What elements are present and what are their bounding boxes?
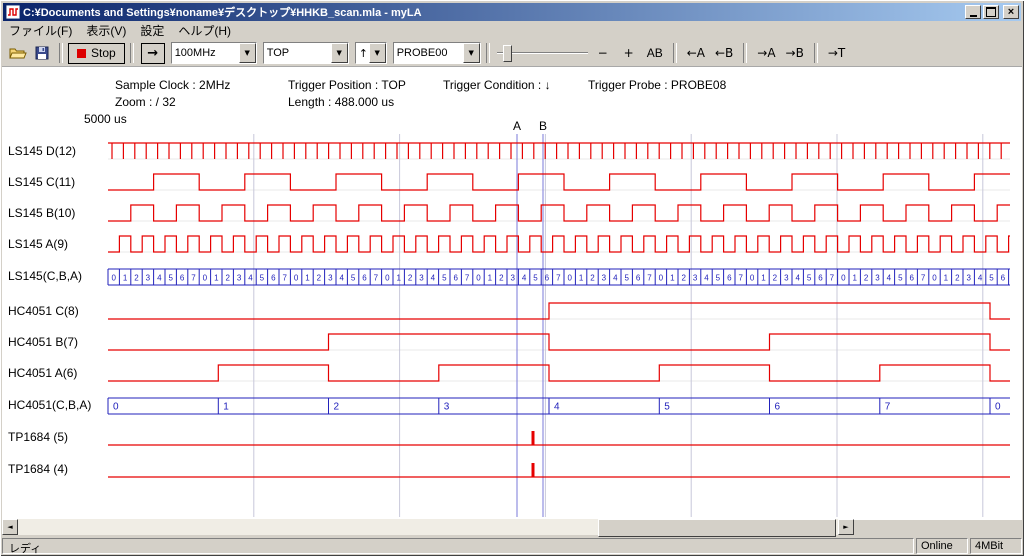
zoom-in-button[interactable]: + [617,43,641,63]
save-button[interactable] [30,42,54,64]
maximize-button[interactable] [983,5,999,19]
trigger-edge-select[interactable]: ↑ ▼ [355,42,387,64]
title-bar[interactable]: C:¥Documents and Settings¥noname¥デスクトップ¥… [3,3,1021,21]
next-marker-a-button[interactable]: →A [753,43,779,63]
floppy-disk-icon [35,46,49,60]
menu-file[interactable]: ファイル(F) [2,21,79,40]
scroll-left-button[interactable]: ◄ [2,519,18,535]
zoom-slider[interactable] [495,42,590,64]
status-message: レディ [2,538,914,554]
info-trigger-position: Trigger Position : TOP [288,78,406,92]
zoom-ab-button[interactable]: AB [643,43,667,63]
scroll-thumb[interactable] [598,519,836,537]
toolbar-separator [486,43,490,63]
maximize-icon [986,7,996,17]
trigger-probe-value: PROBE00 [394,47,463,59]
stop-label: Stop [91,46,116,60]
minimize-button[interactable] [965,5,981,19]
marker-b-handle[interactable]: B [536,119,550,133]
time-scale-label: 5000 us [84,112,127,126]
run-button[interactable]: → [141,43,165,64]
window-title: C:¥Documents and Settings¥noname¥デスクトップ¥… [23,4,965,20]
waveform-area[interactable] [2,66,1022,520]
menu-bar: ファイル(F) 表示(V) 設定 ヘルプ(H) [2,22,1022,39]
goto-marker-a-button[interactable]: ←A [683,43,709,63]
signal-label-hc4051-c: HC4051 C(8) [8,304,79,318]
toolbar-separator [743,43,747,63]
stop-button[interactable]: Stop [68,43,125,64]
zoom-out-button[interactable]: − [591,43,615,63]
open-file-button[interactable] [6,42,30,64]
signal-label-hc4051-bus: HC4051(C,B,A) [8,398,91,412]
app-window: C:¥Documents and Settings¥noname¥デスクトップ¥… [0,0,1024,556]
chevron-down-icon[interactable]: ▼ [463,43,480,63]
chevron-down-icon[interactable]: ▼ [331,43,348,63]
toolbar: Stop → 100MHz ▼ TOP ▼ ↑ ▼ PROBE00 ▼ − + … [2,40,1022,66]
menu-help[interactable]: ヘルプ(H) [171,21,238,40]
app-icon [6,5,20,19]
status-bar: レディ Online 4MBit [2,536,1022,554]
signal-label-tp1684-4: TP1684 (4) [8,462,68,476]
info-trigger-probe: Trigger Probe : PROBE08 [588,78,726,92]
chevron-down-icon[interactable]: ▼ [239,43,256,63]
goto-marker-b-button[interactable]: ←B [711,43,737,63]
signal-label-hc4051-b: HC4051 B(7) [8,335,78,349]
close-button[interactable]: × [1003,5,1019,19]
signal-label-ls145-a: LS145 A(9) [8,237,68,251]
stop-icon [77,49,86,58]
signal-label-hc4051-a: HC4051 A(6) [8,366,77,380]
horizontal-scrollbar[interactable]: ◄ ► [2,519,854,535]
minimize-icon [970,15,977,17]
info-length: Length : 488.000 us [288,95,394,109]
marker-a-handle[interactable]: A [510,119,524,133]
toolbar-separator [59,43,63,63]
open-folder-icon [9,46,27,60]
status-memory-badge: 4MBit [970,538,1022,554]
scroll-track[interactable] [18,519,838,535]
trigger-position-value: TOP [264,47,331,59]
menu-settings[interactable]: 設定 [133,21,171,40]
signal-label-ls145-c: LS145 C(11) [8,175,75,189]
toolbar-separator [673,43,677,63]
signal-label-ls145-bus: LS145(C,B,A) [8,269,82,283]
sample-clock-value: 100MHz [172,47,239,59]
next-marker-b-button[interactable]: →B [782,43,808,63]
status-online-badge: Online [916,538,968,554]
scroll-right-button[interactable]: ► [838,519,854,535]
signal-label-ls145-b: LS145 B(10) [8,206,75,220]
goto-trigger-button[interactable]: →T [824,43,849,63]
toolbar-separator [814,43,818,63]
menu-view[interactable]: 表示(V) [79,21,133,40]
chevron-down-icon[interactable]: ▼ [369,43,386,63]
signal-label-tp1684-5: TP1684 (5) [8,430,68,444]
info-zoom: Zoom : / 32 [115,95,176,109]
info-sample-clock: Sample Clock : 2MHz [115,78,230,92]
trigger-edge-value: ↑ [356,47,369,60]
toolbar-separator [130,43,134,63]
slider-handle[interactable] [503,45,512,62]
trigger-probe-select[interactable]: PROBE00 ▼ [393,42,481,64]
info-trigger-condition: Trigger Condition : ↓ [443,78,551,92]
sample-clock-select[interactable]: 100MHz ▼ [171,42,257,64]
signal-label-ls145-d: LS145 D(12) [8,144,76,158]
trigger-position-select[interactable]: TOP ▼ [263,42,349,64]
close-icon: × [1008,7,1014,18]
